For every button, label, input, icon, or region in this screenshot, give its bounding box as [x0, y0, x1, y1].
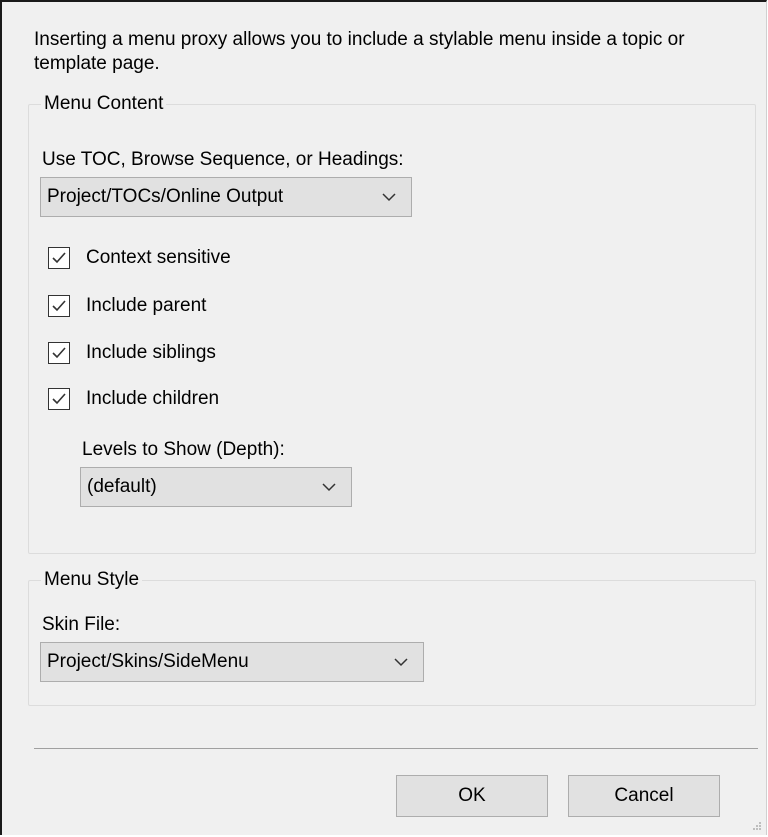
depth-label: Levels to Show (Depth):	[82, 439, 285, 460]
checkmark-icon	[52, 300, 66, 312]
skin-file-dropdown[interactable]: Project/Skins/SideMenu	[40, 642, 424, 682]
source-dropdown[interactable]: Project/TOCs/Online Output	[40, 177, 412, 217]
footer-separator	[34, 748, 758, 749]
chevron-down-icon	[322, 483, 336, 492]
checkbox-box[interactable]	[48, 342, 70, 364]
skin-file-label: Skin File:	[42, 614, 121, 635]
chevron-down-icon	[382, 193, 396, 202]
include-parent-label: Include parent	[86, 295, 207, 316]
chevron-down-icon	[394, 658, 408, 667]
depth-dropdown-value: (default)	[87, 476, 157, 497]
menu-proxy-dialog: Inserting a menu proxy allows you to inc…	[0, 0, 767, 835]
intro-text: Inserting a menu proxy allows you to inc…	[34, 29, 685, 74]
checkbox-box[interactable]	[48, 295, 70, 317]
ok-button[interactable]: OK	[396, 775, 548, 817]
menu-style-legend: Menu Style	[41, 569, 143, 591]
context-sensitive-label: Context sensitive	[86, 247, 231, 268]
checkbox-box[interactable]	[48, 247, 70, 269]
checkbox-box[interactable]	[48, 388, 70, 410]
menu-content-legend: Menu Content	[41, 93, 167, 115]
checkmark-icon	[52, 252, 66, 264]
source-label: Use TOC, Browse Sequence, or Headings:	[42, 149, 404, 170]
checkmark-icon	[52, 347, 66, 359]
include-children-label: Include children	[86, 388, 220, 409]
checkmark-icon	[52, 393, 66, 405]
depth-dropdown[interactable]: (default)	[80, 467, 352, 507]
source-dropdown-value: Project/TOCs/Online Output	[47, 186, 284, 207]
include-siblings-label: Include siblings	[86, 342, 216, 363]
skin-file-dropdown-value: Project/Skins/SideMenu	[47, 651, 249, 672]
cancel-button[interactable]: Cancel	[568, 775, 720, 817]
resize-grip-icon[interactable]	[752, 821, 762, 831]
